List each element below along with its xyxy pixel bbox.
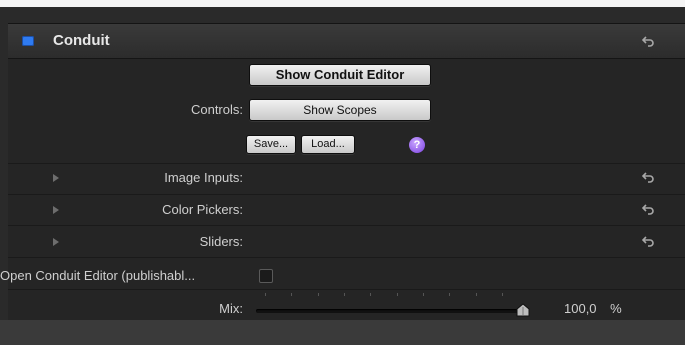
controls-label: Controls: (190, 102, 243, 117)
reset-icon[interactable] (642, 234, 656, 248)
mix-label: Mix: (219, 301, 243, 316)
divider (8, 257, 685, 258)
panel-bottom-area (0, 320, 685, 345)
divider (8, 194, 685, 195)
slider-tick (370, 293, 371, 296)
open-conduit-editor-label: Open Conduit Editor (publishabl... (0, 268, 196, 283)
reset-icon[interactable] (642, 170, 656, 184)
open-conduit-editor-checkbox[interactable] (259, 269, 273, 283)
conduit-inspector-panel: Conduit Show Conduit Editor Controls: Sh… (0, 23, 685, 320)
window-top-edge (0, 0, 685, 7)
sliders-label: Sliders: (199, 234, 243, 249)
mix-value[interactable]: 100,0 % (564, 301, 624, 316)
show-conduit-editor-button[interactable]: Show Conduit Editor (249, 64, 431, 86)
slider-tick (502, 293, 503, 296)
help-icon[interactable]: ? (409, 137, 425, 153)
divider (8, 163, 685, 164)
divider (8, 289, 685, 290)
slider-tick (265, 293, 266, 296)
slider-tick (423, 293, 424, 296)
effect-title: Conduit (53, 32, 110, 49)
color-pickers-label: Color Pickers: (162, 202, 243, 217)
mix-slider-track[interactable] (256, 309, 521, 313)
reset-icon[interactable] (642, 34, 656, 48)
mix-slider-thumb[interactable] (516, 303, 530, 317)
disclosure-triangle-icon[interactable] (53, 174, 59, 182)
load-button[interactable]: Load... (301, 135, 355, 154)
show-scopes-button[interactable]: Show Scopes (249, 99, 431, 121)
slider-tick (449, 293, 450, 296)
divider (8, 225, 685, 226)
slider-tick (397, 293, 398, 296)
save-button[interactable]: Save... (246, 135, 296, 154)
effect-header: Conduit (8, 24, 685, 59)
disclosure-triangle-icon[interactable] (53, 238, 59, 246)
disclosure-triangle-icon[interactable] (53, 206, 59, 214)
image-inputs-label: Image Inputs: (164, 170, 243, 185)
reset-icon[interactable] (642, 202, 656, 216)
slider-tick (476, 293, 477, 296)
effect-enable-checkbox[interactable] (22, 36, 34, 46)
slider-tick (318, 293, 319, 296)
slider-tick (291, 293, 292, 296)
slider-tick (344, 293, 345, 296)
mix-value-unit: % (610, 301, 622, 316)
mix-value-number: 100,0 (564, 301, 597, 316)
